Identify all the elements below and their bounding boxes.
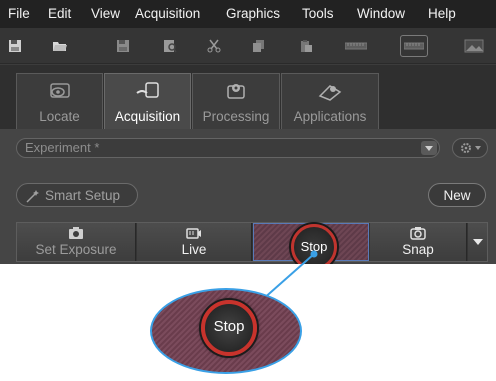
toolbar: [0, 28, 496, 64]
tab-label: Applications: [293, 109, 367, 124]
tab-processing[interactable]: Processing: [192, 73, 280, 129]
menu-graphics[interactable]: Graphics: [226, 0, 280, 28]
menu-acquisition[interactable]: Acquisition: [135, 0, 200, 28]
magic-wand-icon: [26, 190, 39, 203]
tab-applications[interactable]: Applications: [281, 73, 379, 129]
ruler-icon[interactable]: [344, 36, 368, 56]
image-view-icon[interactable]: [462, 36, 486, 56]
new-button[interactable]: New: [428, 183, 486, 207]
ruler-box-icon[interactable]: [400, 35, 428, 57]
zen-application-window: File Edit View Acquisition Graphics Tool…: [0, 0, 496, 264]
stop-button[interactable]: Stop: [253, 223, 369, 264]
snap-camera-icon: [410, 227, 426, 240]
stop-label: Stop: [300, 239, 328, 254]
smart-setup-label: Smart Setup: [45, 188, 121, 203]
experiment-options-button[interactable]: [452, 138, 488, 158]
stop-ring-icon: Stop: [291, 224, 337, 264]
set-exposure-label: Set Exposure: [35, 242, 117, 257]
tab-label: Locate: [39, 109, 80, 124]
experiment-value: Experiment *: [25, 140, 100, 155]
stop-ring-icon-zoomed: Stop: [201, 300, 257, 356]
set-exposure-button[interactable]: Set Exposure: [17, 223, 136, 261]
live-label: Live: [181, 242, 207, 257]
chevron-down-icon[interactable]: [421, 141, 437, 155]
zoom-magnifier: Stop: [150, 288, 302, 374]
menu-bar: File Edit View Acquisition Graphics Tool…: [0, 0, 496, 28]
eye-icon: [49, 83, 70, 98]
menu-help[interactable]: Help: [428, 0, 456, 28]
copy-icon[interactable]: [249, 36, 269, 56]
acquisition-action-bar: Set Exposure Live Stop Snap: [16, 222, 488, 264]
cut-icon[interactable]: [204, 36, 224, 56]
snap-button[interactable]: Snap: [370, 223, 467, 261]
applications-icon: [318, 85, 342, 101]
menu-edit[interactable]: Edit: [48, 0, 71, 28]
acquisition-icon: [135, 82, 159, 98]
gear-icon: [461, 143, 481, 153]
live-button[interactable]: Live: [137, 223, 252, 261]
snap-label: Snap: [402, 242, 434, 257]
triangle-down-icon: [473, 239, 483, 245]
tab-label: Acquisition: [114, 109, 181, 124]
acquisition-panel: Experiment * Smart Setup New Set Exposur…: [0, 129, 496, 264]
experiment-select[interactable]: Experiment *: [16, 138, 440, 158]
zoom-stop-label: Stop: [213, 318, 245, 335]
open-folder-icon[interactable]: [50, 36, 70, 56]
camera-icon: [69, 227, 83, 239]
menu-view[interactable]: View: [91, 0, 120, 28]
new-label: New: [443, 188, 471, 203]
menu-window[interactable]: Window: [357, 0, 405, 28]
tab-strip: Locate Acquisition Processing Applicatio…: [0, 65, 496, 129]
print-preview-icon[interactable]: [160, 36, 180, 56]
tab-label: Processing: [202, 109, 270, 124]
acquisition-options-dropdown[interactable]: [468, 223, 487, 261]
save-as-icon[interactable]: [113, 36, 133, 56]
save-icon[interactable]: [5, 36, 25, 56]
live-camera-icon: [186, 228, 201, 239]
processing-gear-icon: [227, 84, 245, 99]
menu-tools[interactable]: Tools: [302, 0, 334, 28]
smart-setup-button[interactable]: Smart Setup: [16, 183, 138, 207]
menu-file[interactable]: File: [8, 0, 30, 28]
paste-icon[interactable]: [296, 36, 316, 56]
tab-locate[interactable]: Locate: [16, 73, 103, 129]
tab-acquisition[interactable]: Acquisition: [104, 73, 191, 129]
